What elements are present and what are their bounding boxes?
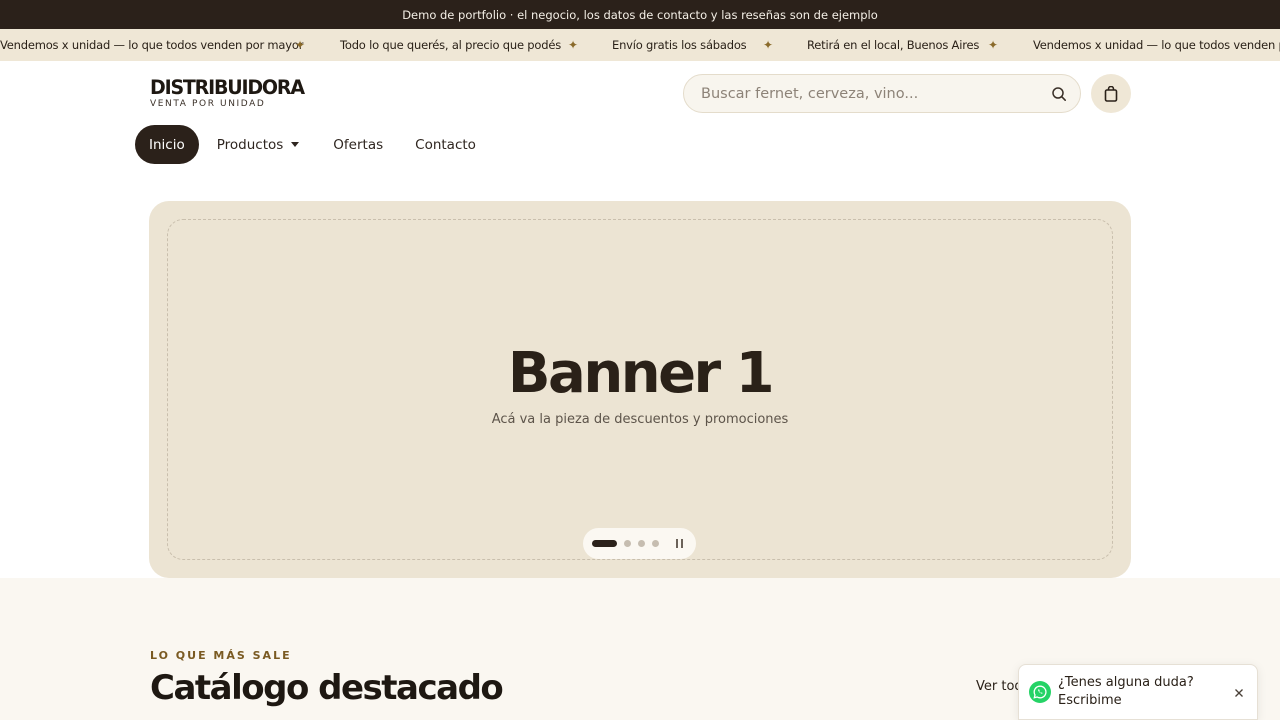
carousel-dot-1[interactable] <box>592 540 617 547</box>
logo-tagline: VENTA POR UNIDAD <box>150 99 266 109</box>
nav-item-inicio[interactable]: Inicio <box>135 125 199 164</box>
search-button[interactable] <box>1048 83 1070 105</box>
search-input[interactable] <box>701 85 1031 102</box>
demo-notice-bar: Demo de portfolio · el negocio, los dato… <box>0 0 1280 29</box>
nav-item-label: Productos <box>216 136 284 153</box>
promo-marquee: Vendemos x unidad — lo que todos venden … <box>0 29 1280 61</box>
marquee-item: Vendemos x unidad — lo que todos venden … <box>1033 38 1280 52</box>
marquee-item: Retirá en el local, Buenos Aires <box>807 38 980 52</box>
section-heading: Catálogo destacado <box>150 668 504 708</box>
banner-subtitle: Acá va la pieza de descuentos y promocio… <box>491 412 789 427</box>
section-eyebrow: LO QUE MÁS SALE <box>150 649 292 662</box>
nav-item-ofertas[interactable]: Ofertas <box>333 125 383 164</box>
nav-item-label: Contacto <box>415 136 476 153</box>
nav-item-label: Ofertas <box>333 136 384 153</box>
nav-item-label: Inicio <box>149 136 185 153</box>
brand-logo[interactable]: DISTRIBUIDORA VENTA POR UNIDAD <box>150 76 305 109</box>
carousel-controls <box>583 528 696 559</box>
caret-down-icon <box>291 142 300 147</box>
carousel-dot-2[interactable] <box>624 540 631 547</box>
cart-button[interactable] <box>1091 74 1131 113</box>
shopping-bag-icon <box>1104 85 1118 102</box>
carousel-dot-3[interactable] <box>638 540 645 547</box>
carousel-dot-4[interactable] <box>652 540 659 547</box>
chat-prompt-question: ¿Tenes alguna duda? <box>1058 675 1194 690</box>
hero-banner[interactable]: Banner 1 Acá va la pieza de descuentos y… <box>149 201 1131 578</box>
star-separator-icon: ✦ <box>568 38 579 52</box>
chat-prompt-action: Escribime <box>1058 693 1122 708</box>
pause-icon[interactable] <box>676 539 684 548</box>
main-nav: Inicio Productos Ofertas Contacto <box>135 125 476 164</box>
whatsapp-chat-widget[interactable]: ¿Tenes alguna duda? Escribime <box>1018 664 1258 720</box>
nav-item-productos[interactable]: Productos <box>217 125 300 164</box>
star-separator-icon: ✦ <box>763 38 774 52</box>
logo-wordmark: DISTRIBUIDORA <box>150 76 305 100</box>
search-bar <box>683 74 1081 113</box>
nav-item-contacto[interactable]: Contacto <box>415 125 476 164</box>
star-separator-icon: ✦ <box>988 38 999 52</box>
marquee-item: Todo lo que querés, al precio que podés <box>340 38 561 52</box>
star-separator-icon: ✦ <box>295 38 306 52</box>
banner-title: Banner 1 <box>507 341 775 406</box>
marquee-item: Envío gratis los sábados <box>612 38 747 52</box>
demo-notice-text: Demo de portfolio · el negocio, los dato… <box>402 7 878 22</box>
marquee-item: Vendemos x unidad — lo que todos venden … <box>0 38 304 52</box>
whatsapp-icon <box>1029 681 1051 703</box>
search-icon <box>1052 87 1066 101</box>
close-icon[interactable] <box>1233 684 1245 697</box>
